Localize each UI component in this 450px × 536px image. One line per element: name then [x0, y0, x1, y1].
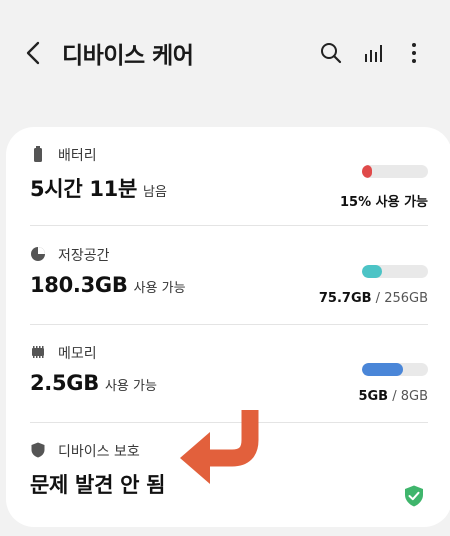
- battery-percent: 15% 사용 가능: [339, 195, 428, 210]
- protection-value: 문제 발견 안 됨: [30, 469, 165, 499]
- protection-status: 문제 발견 안 됨: [30, 473, 166, 497]
- storage-level-bar: [362, 265, 428, 278]
- battery-value: 5시간 11분 남음: [30, 173, 167, 203]
- app-bar: 디바이스 케어: [0, 0, 450, 110]
- storage-label: 저장공간: [58, 248, 110, 264]
- stats-icon[interactable]: [362, 41, 386, 65]
- storage-pie-icon: [31, 247, 45, 261]
- annotation-arrow-icon: [180, 410, 259, 484]
- storage-free-label: 사용 가능: [133, 281, 186, 296]
- storage-free: 180.3GB: [30, 273, 128, 297]
- memory-total: / 8GB: [388, 389, 428, 404]
- memory-level-fill: [362, 363, 404, 376]
- storage-detail: 75.7GB / 256GB: [319, 291, 428, 306]
- battery-icon: [34, 146, 42, 162]
- storage-level-fill: [362, 265, 382, 278]
- battery-level-fill: [362, 165, 372, 178]
- storage-item[interactable]: 저장공간 180.3GB 사용 가능 75.7GB / 256GB: [30, 241, 428, 325]
- memory-value: 2.5GB 사용 가능: [30, 371, 157, 395]
- memory-detail: 5GB / 8GB: [358, 389, 428, 404]
- memory-chip-icon: [32, 346, 44, 358]
- shield-icon: [31, 442, 45, 458]
- storage-total: / 256GB: [371, 291, 428, 306]
- battery-level-bar: [362, 165, 428, 178]
- more-options-icon[interactable]: [404, 41, 424, 65]
- back-arrow-icon[interactable]: [22, 40, 46, 66]
- battery-label: 배터리: [58, 148, 97, 164]
- search-icon[interactable]: [319, 41, 343, 65]
- storage-used: 75.7GB: [318, 291, 372, 306]
- shield-check-icon: [405, 485, 423, 507]
- page-title: 디바이스 케어: [62, 43, 194, 69]
- protection-label: 디바이스 보호: [58, 444, 140, 460]
- battery-detail: 15% 사용 가능: [340, 191, 428, 210]
- divider: [30, 324, 428, 325]
- battery-time: 5시간 11분: [30, 177, 138, 201]
- memory-used: 5GB: [358, 389, 389, 404]
- storage-value: 180.3GB 사용 가능: [30, 273, 186, 297]
- divider: [30, 225, 428, 226]
- memory-label: 메모리: [58, 346, 97, 362]
- memory-level-bar: [362, 363, 428, 376]
- battery-item[interactable]: 배터리 5시간 11분 남음 15% 사용 가능: [30, 141, 428, 225]
- memory-free-label: 사용 가능: [104, 379, 157, 394]
- battery-remaining-label: 남음: [143, 185, 167, 200]
- memory-free: 2.5GB: [30, 371, 99, 395]
